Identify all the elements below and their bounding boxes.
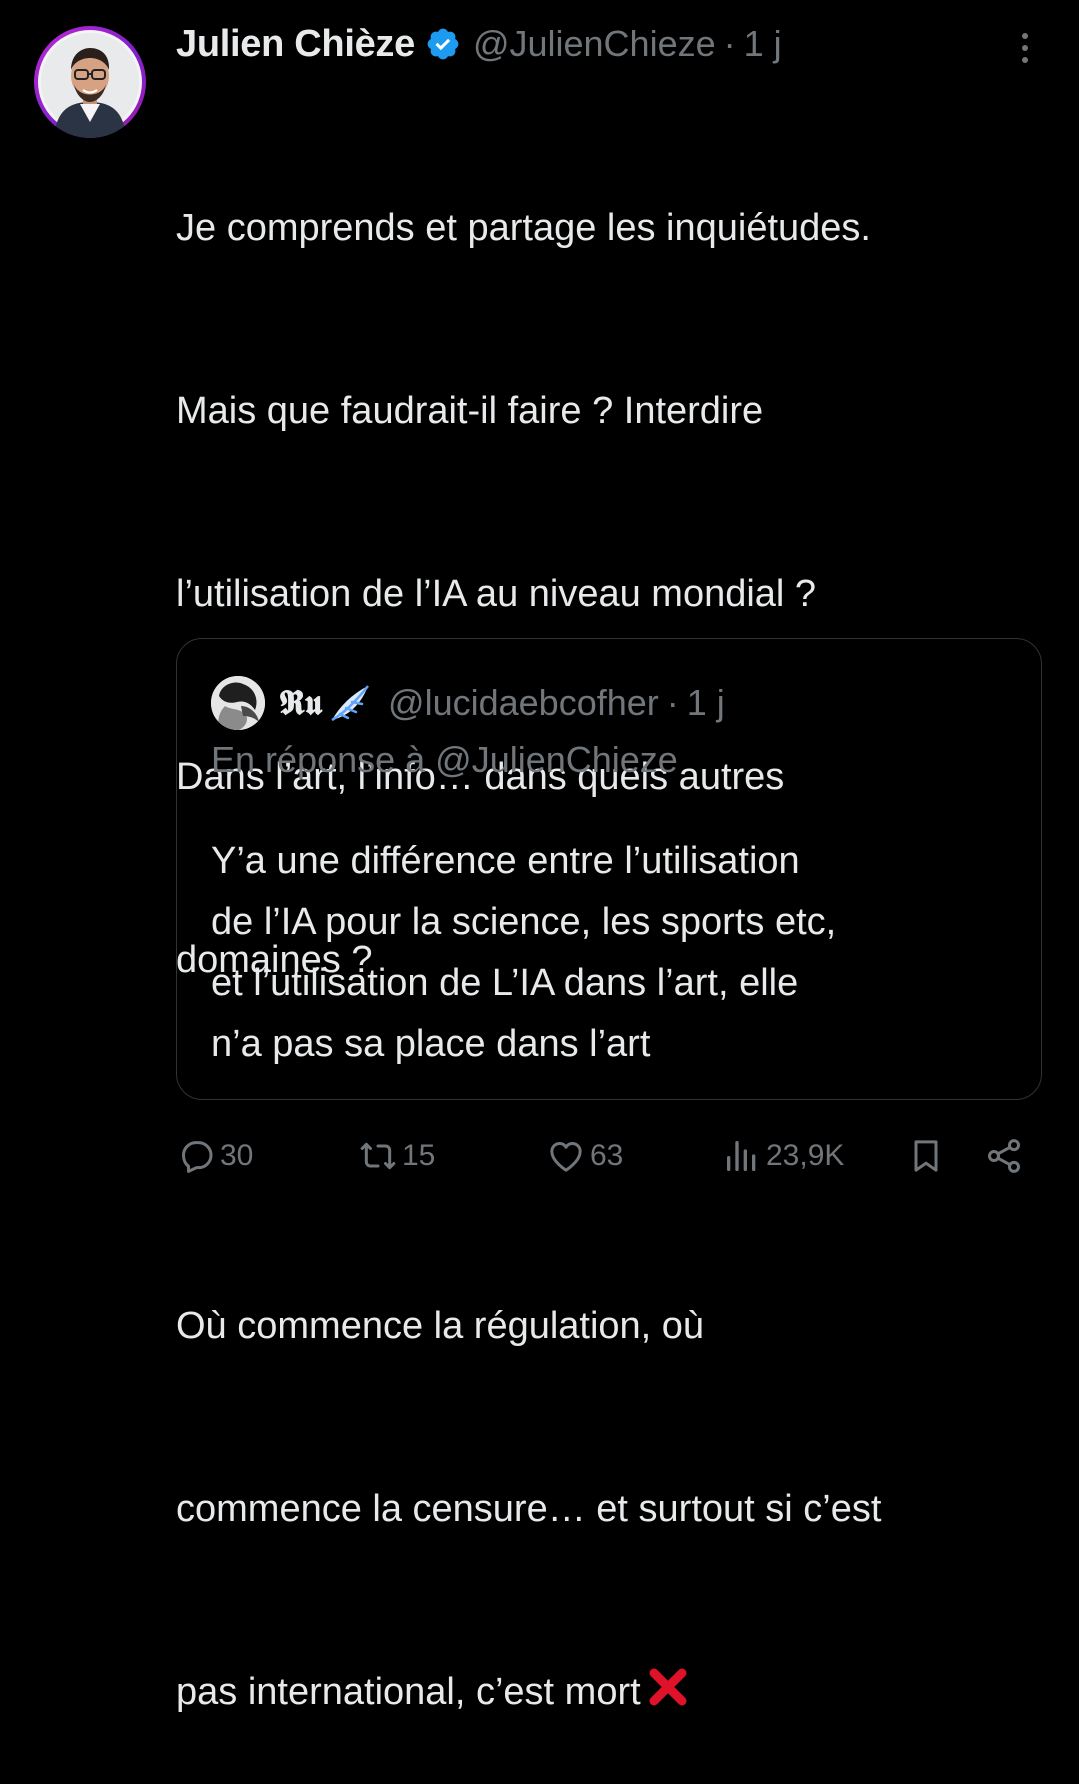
quoted-text-line: de l’IA pour la science, les sports etc,: [211, 901, 837, 943]
share-button[interactable]: [984, 1128, 1024, 1184]
tweet-text-line: pas international, c’est mort: [176, 1671, 641, 1713]
quoted-tweet-header: 𝕽𝖚 @lucidaebcofher · 1 j: [211, 675, 725, 731]
repost-button[interactable]: 15: [358, 1128, 435, 1184]
tweet-text-line: Mais que faudrait-il faire ? Interdire: [176, 390, 764, 432]
quoted-tweet-text: Y’a une différence entre l’utilisation d…: [211, 831, 1021, 1075]
quoted-text-line: n’a pas sa place dans l’art: [211, 1023, 651, 1065]
reply-icon: [182, 1141, 213, 1173]
action-bar: 30 15 63 23,9K: [0, 1128, 1079, 1184]
views-button[interactable]: 23,9K: [722, 1128, 844, 1184]
quoted-profile-photo-icon: [211, 676, 265, 730]
tweet-text-line: Où commence la régulation, où: [176, 1305, 705, 1347]
bookmark-icon: [914, 1140, 938, 1172]
quoted-tweet[interactable]: 𝕽𝖚 @lucidaebcofher · 1 j En réponse à @J…: [176, 638, 1042, 1100]
repost-count: 15: [402, 1139, 436, 1172]
share-icon: [987, 1139, 1021, 1173]
separator-dot: ·: [666, 682, 679, 723]
wing-icon: [331, 685, 370, 722]
like-button[interactable]: 63: [546, 1128, 623, 1184]
verified-badge-icon[interactable]: [425, 26, 461, 62]
quoted-author-handle[interactable]: @lucidaebcofher: [388, 682, 659, 724]
author-display-name[interactable]: Julien Chièze: [176, 23, 415, 66]
tweet-text-line-last: pas international, c’est mort: [176, 1662, 1056, 1723]
profile-photo-icon: [38, 30, 142, 138]
tweet-text-line: l’utilisation de l’IA au niveau mondial …: [176, 573, 817, 615]
reply-context: En réponse à @JulienChieze: [211, 739, 678, 780]
reply-button[interactable]: 30: [176, 1128, 253, 1184]
tweet-text-line: commence la censure… et surtout si c’est: [176, 1488, 882, 1530]
tweet-timestamp[interactable]: 1 j: [744, 23, 782, 65]
separator-dot: ·: [723, 23, 736, 64]
tweet-text-line: Je comprends et partage les inquiétudes.: [176, 207, 871, 249]
tweet-header: Julien Chièze @JulienChieze · 1 j: [176, 14, 782, 74]
quoted-author-avatar[interactable]: [211, 676, 265, 730]
quoted-author-display-name[interactable]: 𝕽𝖚: [279, 683, 322, 723]
author-handle[interactable]: @JulienChieze: [473, 23, 716, 65]
author-avatar[interactable]: [34, 26, 146, 138]
like-count: 63: [590, 1139, 624, 1172]
reply-count: 30: [220, 1139, 254, 1172]
more-options-icon[interactable]: [1010, 28, 1040, 68]
repost-icon: [360, 1142, 396, 1170]
quoted-text-line: Y’a une différence entre l’utilisation: [211, 840, 800, 882]
cross-mark-icon: [649, 1668, 687, 1706]
bookmark-button[interactable]: [906, 1128, 946, 1184]
heart-icon: [550, 1142, 582, 1172]
quoted-text-line: et l’utilisation de L’IA dans l’art, ell…: [211, 962, 799, 1004]
views-count: 23,9K: [766, 1139, 845, 1172]
quoted-tweet-timestamp[interactable]: 1 j: [687, 682, 725, 724]
views-chart-icon: [727, 1141, 756, 1171]
